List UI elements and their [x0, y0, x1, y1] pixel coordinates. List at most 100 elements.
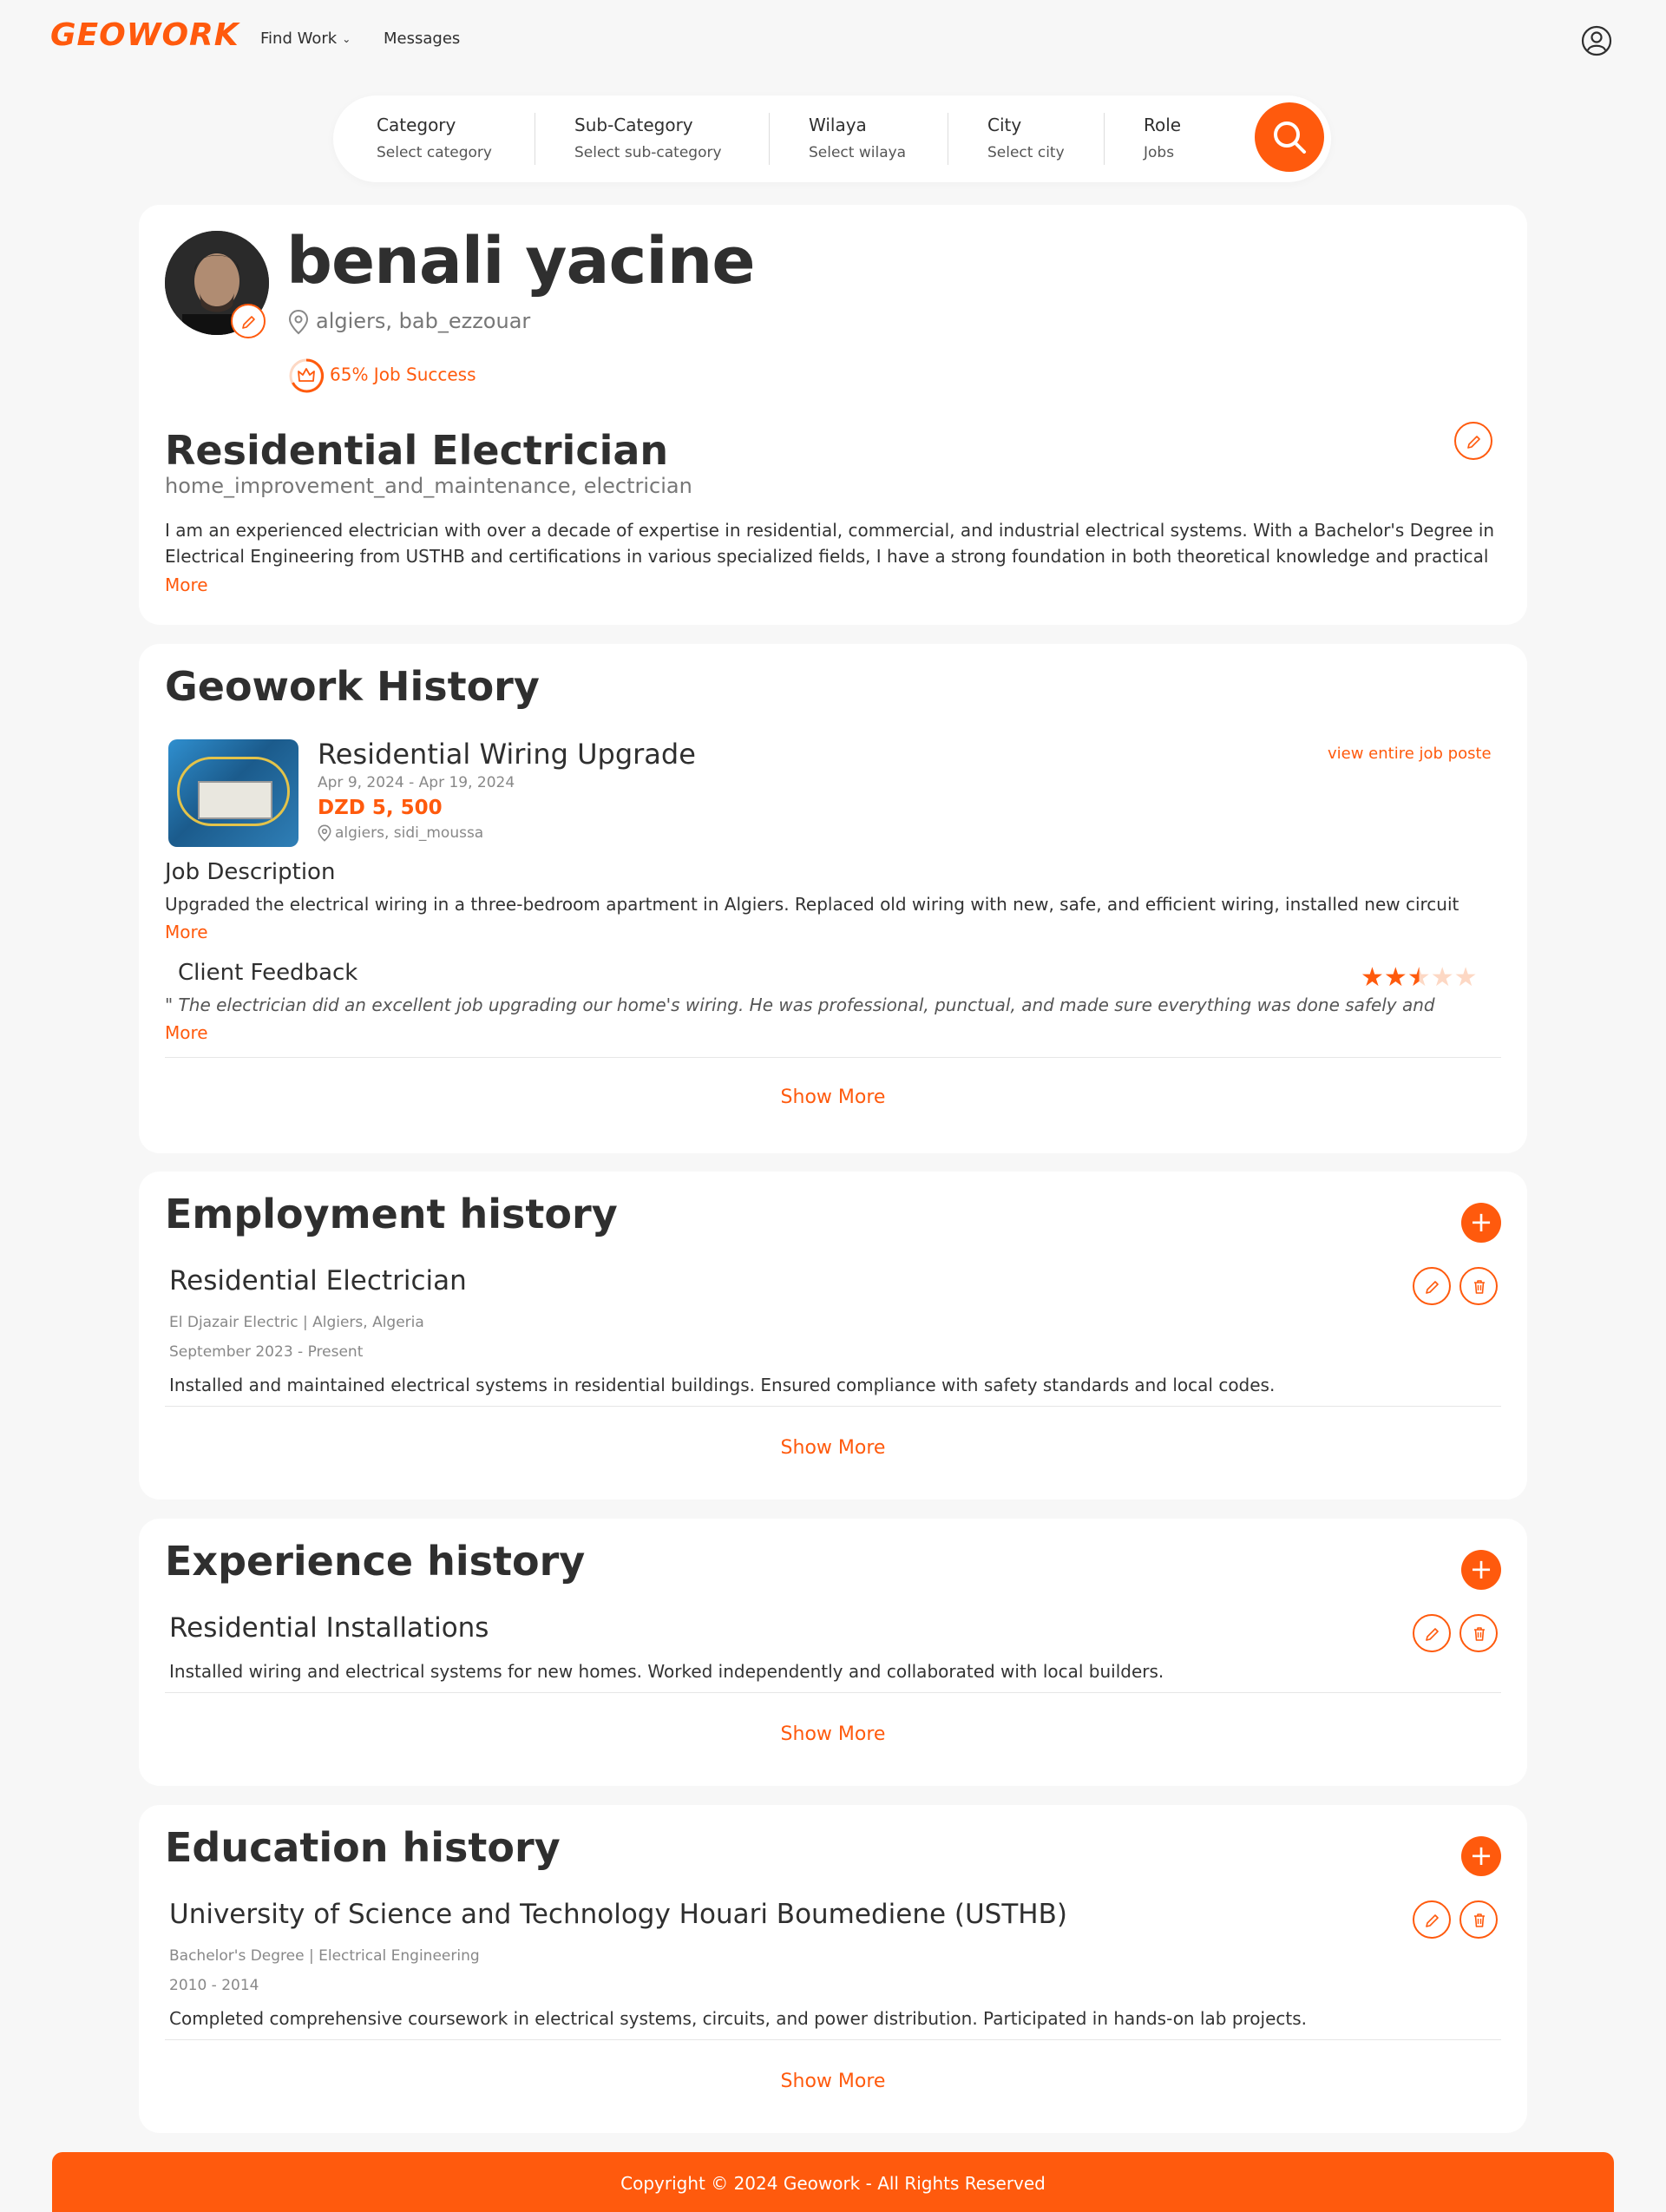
subcategory-filter[interactable]: Sub-Category Select sub-category [574, 115, 722, 161]
add-education-button[interactable]: + [1461, 1836, 1501, 1876]
delete-education-button[interactable] [1459, 1900, 1498, 1939]
edit-education-button[interactable] [1413, 1900, 1451, 1939]
client-feedback-heading: Client Feedback [178, 960, 358, 986]
chevron-down-icon: ⌄ [342, 33, 351, 45]
category-value: Select category [377, 144, 492, 161]
view-job-post-link[interactable]: view entire job poste [1328, 745, 1492, 763]
star-icon: ★ [1430, 962, 1454, 993]
employment-history-card: Employment history + Residential Electri… [139, 1172, 1527, 1500]
job-title: Residential Wiring Upgrade [318, 738, 696, 771]
edit-title-button[interactable] [1454, 422, 1492, 460]
add-experience-button[interactable]: + [1461, 1550, 1501, 1590]
bio-more-link[interactable]: More [165, 574, 208, 595]
category-filter[interactable]: Category Select category [377, 115, 492, 161]
plus-icon: + [1469, 1552, 1493, 1585]
employment-entry-title: Residential Electrician [169, 1265, 467, 1296]
profile-subcategory: home_improvement_and_maintenance, electr… [165, 474, 692, 498]
education-description: Completed comprehensive coursework in el… [169, 2008, 1308, 2029]
divider [165, 2039, 1501, 2040]
divider [165, 1406, 1501, 1407]
subcategory-label: Sub-Category [574, 115, 693, 135]
client-feedback-text: " The electrician did an excellent job u… [165, 994, 1435, 1015]
edit-employment-button[interactable] [1413, 1267, 1451, 1305]
star-icon: ★ [1361, 962, 1384, 993]
rating-stars: ★★★★★ [1361, 965, 1478, 991]
nav-messages[interactable]: Messages [384, 30, 460, 48]
city-label: City [987, 115, 1022, 135]
nav-find-work-label: Find Work [260, 30, 338, 48]
location-pin-icon [318, 824, 331, 842]
category-label: Category [377, 115, 456, 135]
location-pin-icon [288, 309, 309, 335]
employment-description: Installed and maintained electrical syst… [169, 1375, 1276, 1395]
divider [165, 1692, 1501, 1693]
education-history-title: Education history [165, 1824, 561, 1871]
divider [165, 1057, 1501, 1058]
subcategory-value: Select sub-category [574, 144, 722, 161]
panel-shape [198, 781, 272, 819]
star-icon: ★ [1407, 962, 1431, 993]
job-thumbnail [168, 739, 298, 847]
job-location: algiers, sidi_moussa [318, 824, 483, 842]
profile-bio: I am an experienced electrician with ove… [165, 520, 1495, 567]
crown-icon [289, 358, 325, 393]
pencil-icon [1467, 436, 1480, 449]
delete-employment-button[interactable] [1459, 1267, 1498, 1305]
job-description-more-link[interactable]: More [165, 922, 208, 942]
trash-icon [1474, 1913, 1485, 1927]
city-value: Select city [987, 144, 1065, 161]
role-label: Role [1144, 115, 1182, 135]
pencil-icon [1426, 1628, 1439, 1641]
user-icon[interactable] [1581, 25, 1612, 56]
add-employment-button[interactable]: + [1461, 1203, 1501, 1243]
plus-icon: + [1469, 1205, 1493, 1238]
wilaya-filter[interactable]: Wilaya Select wilaya [809, 115, 906, 161]
feedback-more-link[interactable]: More [165, 1022, 208, 1043]
geowork-show-more-button[interactable]: Show More [139, 1086, 1527, 1108]
search-button[interactable] [1255, 102, 1324, 172]
divider [1104, 113, 1105, 165]
geowork-history-title: Geowork History [165, 663, 540, 710]
geowork-history-card: Geowork History Residential Wiring Upgra… [139, 644, 1527, 1153]
job-location-text: algiers, sidi_moussa [335, 824, 484, 842]
profile-location: algiers, bab_ezzouar [288, 309, 530, 335]
search-bar: Category Select category Sub-Category Se… [333, 95, 1331, 182]
wilaya-value: Select wilaya [809, 144, 907, 161]
edit-avatar-button[interactable] [231, 304, 266, 338]
experience-entry-title: Residential Installations [169, 1612, 489, 1644]
edit-experience-button[interactable] [1413, 1614, 1451, 1652]
city-filter[interactable]: City Select city [987, 115, 1065, 161]
education-degree: Bachelor's Degree | Electrical Engineeri… [169, 1947, 480, 1965]
top-navbar: GEOWORK Find Work ⌄ Messages [0, 0, 1666, 82]
role-value: Jobs [1144, 144, 1175, 161]
delete-experience-button[interactable] [1459, 1614, 1498, 1652]
nav-find-work[interactable]: Find Work ⌄ [260, 30, 351, 48]
experience-history-card: Experience history + Residential Install… [139, 1519, 1527, 1786]
search-icon [1274, 121, 1306, 154]
plus-icon: + [1469, 1839, 1493, 1872]
profile-title: Residential Electrician [165, 427, 669, 474]
job-success-badge: 65% Job Success [288, 358, 476, 394]
employment-company: El Djazair Electric | Algiers, Algeria [169, 1314, 424, 1331]
pencil-icon [1426, 1914, 1439, 1927]
geowork-logo[interactable]: GEOWORK [50, 17, 239, 53]
employment-show-more-button[interactable]: Show More [139, 1437, 1527, 1459]
education-show-more-button[interactable]: Show More [139, 2071, 1527, 2092]
experience-history-title: Experience history [165, 1538, 586, 1585]
education-history-card: Education history + University of Scienc… [139, 1805, 1527, 2133]
job-description: Upgraded the electrical wiring in a thre… [165, 894, 1459, 915]
wilaya-label: Wilaya [809, 115, 867, 135]
experience-description: Installed wiring and electrical systems … [169, 1661, 1164, 1682]
footer: Copyright © 2024 Geowork - All Rights Re… [52, 2152, 1614, 2212]
job-description-heading: Job Description [165, 859, 336, 885]
education-entry-title: University of Science and Technology Hou… [169, 1899, 1067, 1930]
pencil-icon [242, 316, 255, 329]
experience-show-more-button[interactable]: Show More [139, 1723, 1527, 1745]
job-dates: Apr 9, 2024 - Apr 19, 2024 [318, 774, 515, 791]
pencil-icon [1426, 1281, 1439, 1294]
job-price: DZD 5, 500 [318, 797, 443, 819]
profile-name: benali yacine [286, 224, 756, 299]
role-filter[interactable]: Role Jobs [1144, 115, 1181, 161]
employment-dates: September 2023 - Present [169, 1343, 364, 1361]
education-dates: 2010 - 2014 [169, 1977, 259, 1994]
